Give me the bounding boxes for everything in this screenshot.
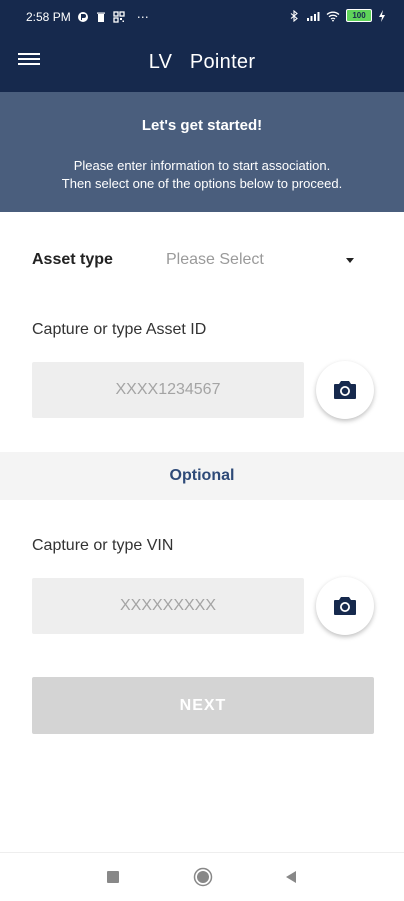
vin-input[interactable] [32, 578, 304, 634]
charging-icon [379, 9, 385, 22]
signal-icon [77, 12, 88, 22]
asset-id-label: Capture or type Asset ID [32, 321, 207, 338]
home-icon[interactable] [193, 867, 213, 887]
cellular-icon [307, 11, 320, 21]
qr-icon [113, 11, 125, 23]
optional-label: Optional [169, 467, 235, 484]
app-title: LV Pointer [148, 51, 256, 73]
battery-icon: 100 [346, 9, 372, 22]
recent-apps-icon[interactable] [106, 870, 120, 884]
overflow-icon: ⋯ [136, 10, 149, 24]
asset-id-camera-button[interactable] [316, 361, 374, 419]
asset-id-input[interactable] [32, 362, 304, 418]
vin-camera-button[interactable] [316, 577, 374, 635]
status-bar: 2:58 PM ⋯ 100 [0, 0, 404, 34]
vin-label: Capture or type VIN [32, 537, 174, 554]
back-icon[interactable] [284, 870, 298, 884]
asset-type-select[interactable]: Please Select [166, 246, 362, 274]
dropdown-arrow-icon [346, 258, 354, 263]
camera-icon [334, 381, 356, 399]
asset-type-value: Please Select [166, 251, 264, 268]
next-button[interactable]: NEXT [32, 677, 374, 734]
banner-title: Let's get started! [141, 117, 263, 134]
camera-icon [334, 597, 356, 615]
status-bar-right: 100 [288, 9, 386, 22]
optional-section-divider: Optional [0, 452, 404, 500]
banner-line-2: Then select one of the options below to … [61, 176, 343, 191]
battery-level: 100 [352, 11, 366, 20]
status-bar-left: 2:58 PM ⋯ [26, 10, 149, 24]
system-nav-bar [0, 852, 404, 901]
app-bar: LV Pointer [0, 34, 404, 92]
intro-banner: Let's get started! Please enter informat… [0, 92, 404, 212]
bluetooth-icon [290, 9, 298, 22]
banner-line-1: Please enter information to start associ… [73, 158, 331, 173]
wifi-icon [326, 11, 340, 21]
status-time: 2:58 PM [26, 10, 71, 24]
asset-type-label: Asset type [32, 251, 113, 268]
trash-icon [96, 12, 105, 22]
